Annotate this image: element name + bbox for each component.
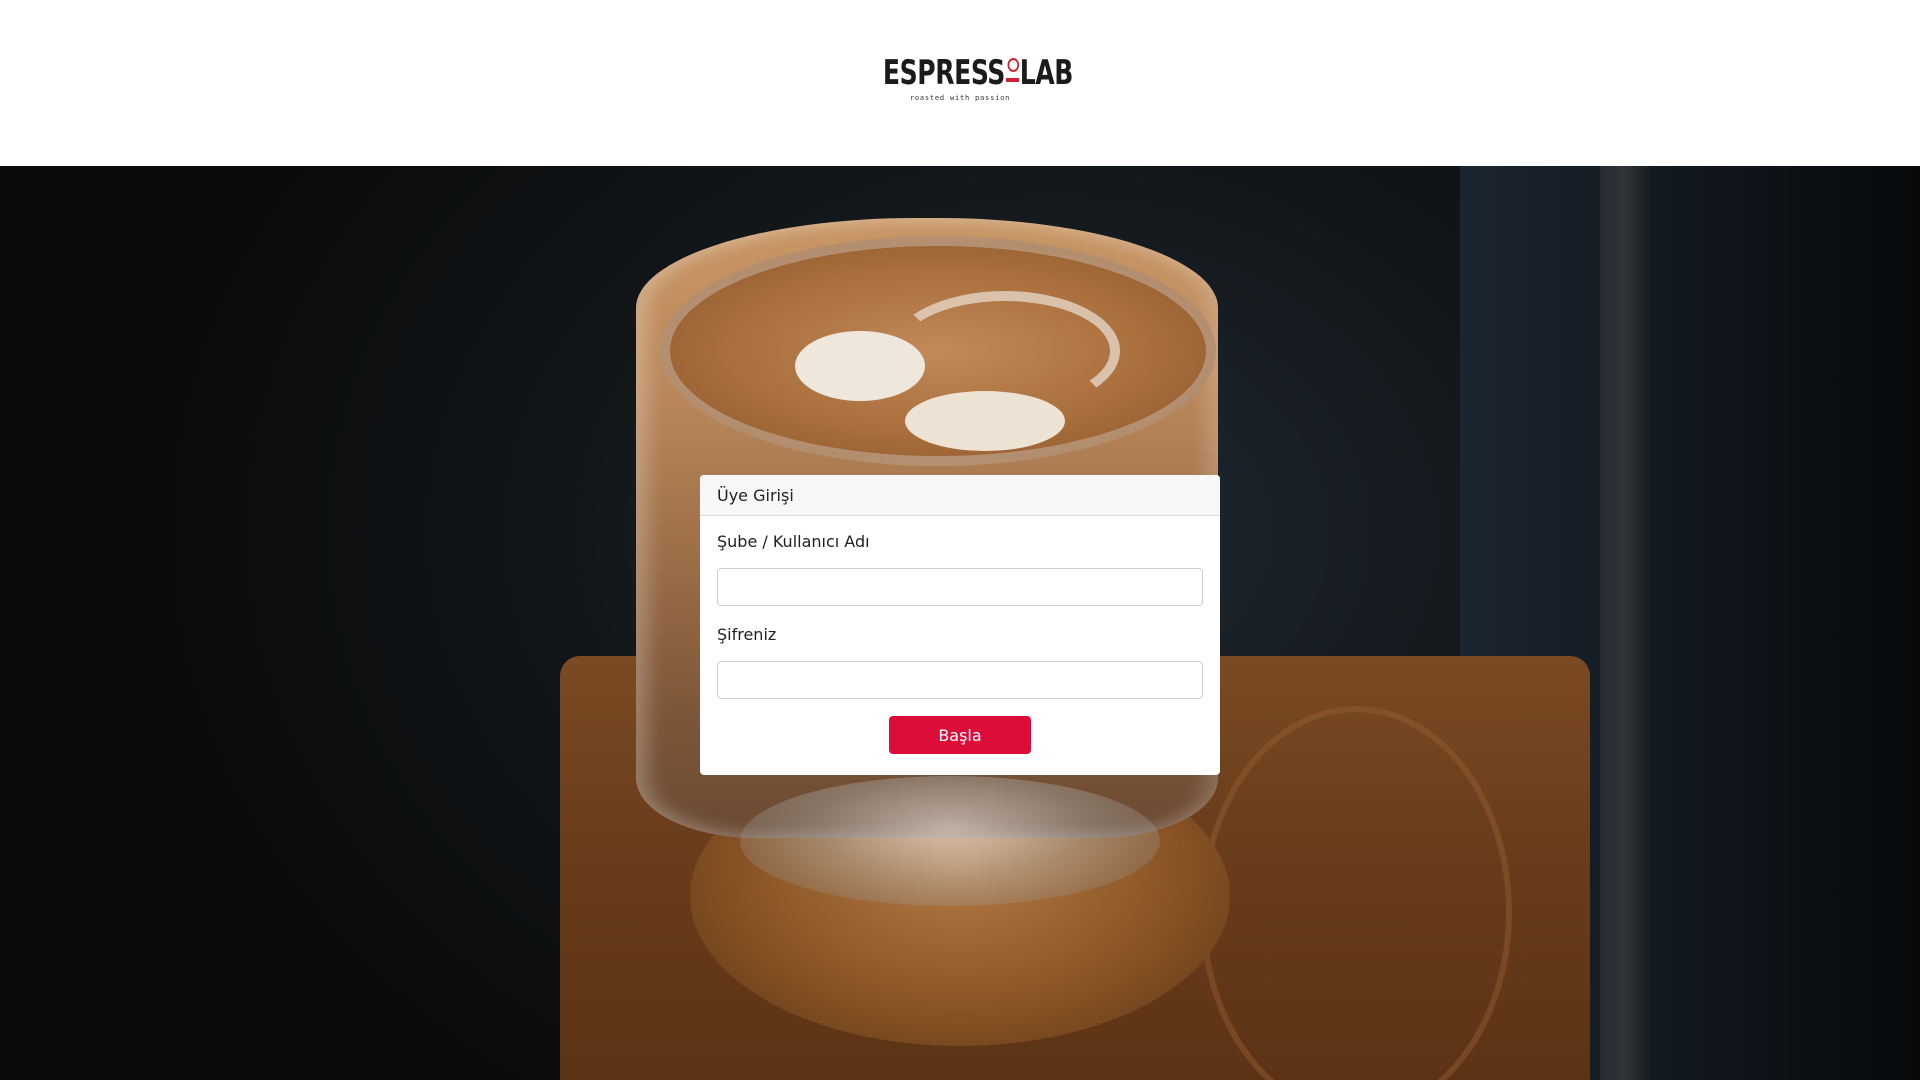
logo-cup-icon [1005,54,1019,84]
login-card: Üye Girişi Şube / Kullanıcı Adı Şifreniz… [700,475,1220,775]
username-input[interactable] [717,568,1203,606]
espressolab-logo[interactable]: ESPRESS LAB roasted with passion [866,53,1074,110]
logo-tagline: roasted with passion [909,94,1011,102]
logo-text-left: ESPRESS [882,53,1005,93]
password-label: Şifreniz [717,625,777,644]
glass-base [740,776,1160,906]
logo-text-right: LAB [1019,53,1074,93]
password-input[interactable] [717,661,1203,699]
login-card-title: Üye Girişi [700,475,1220,516]
login-form: Şube / Kullanıcı Adı Şifreniz Başla [700,516,1220,754]
latte-art-heart [795,331,925,401]
top-header: ESPRESS LAB roasted with passion [0,0,1920,166]
latte-art-leaf [905,391,1065,451]
username-label: Şube / Kullanıcı Adı [717,532,870,551]
logo-wordmark: ESPRESS LAB [882,53,1074,93]
submit-row: Başla [717,716,1203,754]
start-button[interactable]: Başla [889,716,1031,754]
